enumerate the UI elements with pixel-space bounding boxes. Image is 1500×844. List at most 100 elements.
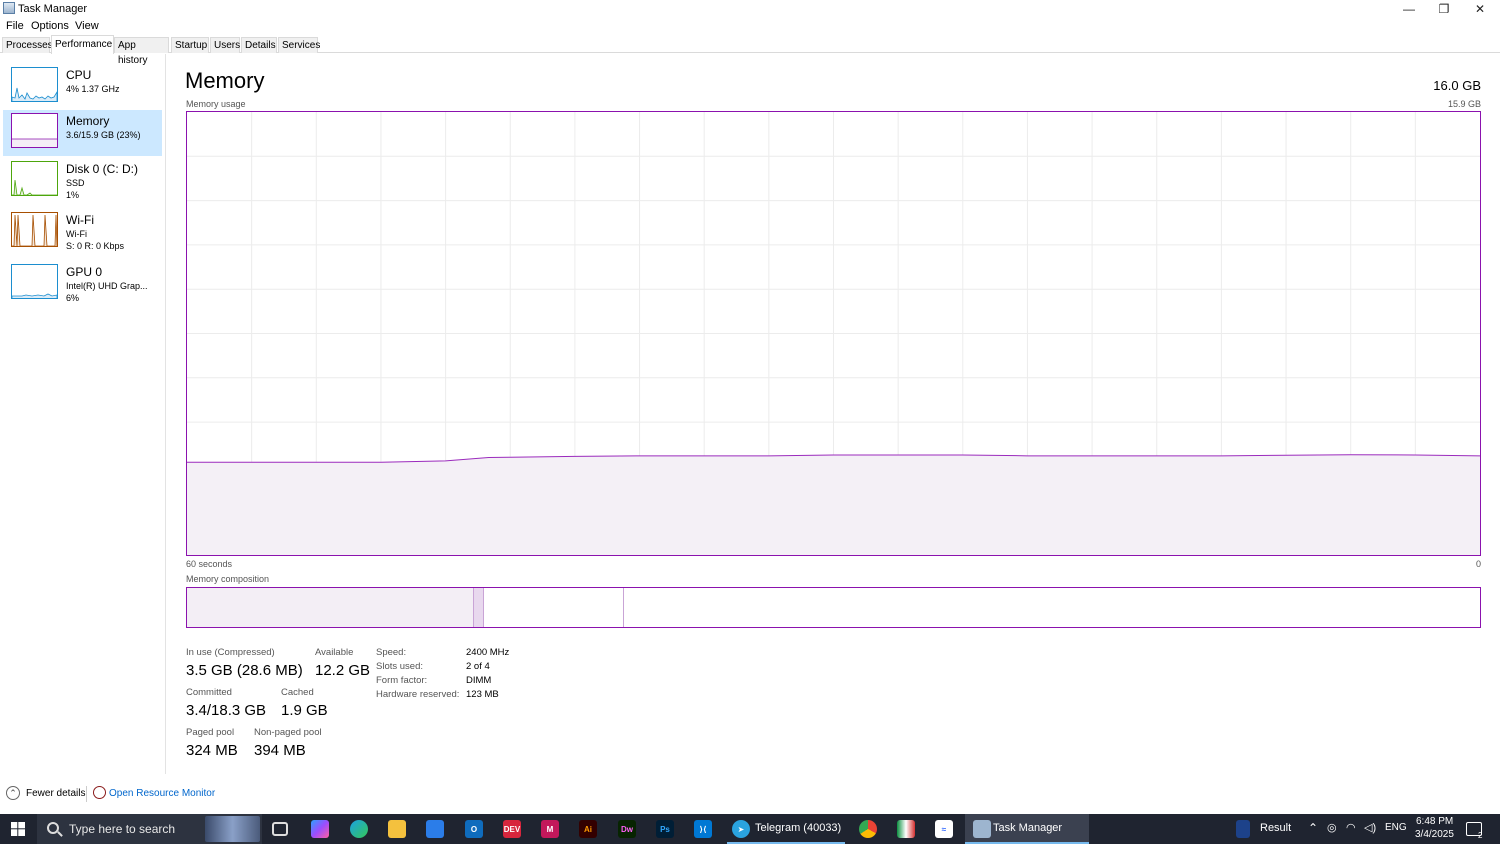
- footer-divider: [86, 786, 87, 802]
- menu-file[interactable]: File: [6, 20, 24, 32]
- outlook-icon[interactable]: O: [465, 820, 483, 838]
- photoshop-icon[interactable]: Ps: [656, 820, 674, 838]
- tab-processes[interactable]: Processes: [2, 37, 53, 53]
- gpu-model: Intel(R) UHD Grap...: [66, 281, 148, 291]
- minimize-button[interactable]: —: [1392, 0, 1426, 18]
- app-m-icon[interactable]: M: [541, 820, 559, 838]
- tab-services[interactable]: Services: [278, 37, 320, 53]
- search-highlight-image: [205, 816, 260, 842]
- task-manager-taskbar-icon: [973, 820, 991, 838]
- memory-thumbnail: [11, 113, 58, 148]
- close-button[interactable]: ✕: [1463, 0, 1497, 18]
- search-placeholder: Type here to search: [69, 822, 176, 836]
- sidebar-item-gpu[interactable]: GPU 0 Intel(R) UHD Grap... 6%: [3, 261, 162, 307]
- in-use-value: 3.5 GB (28.6 MB): [186, 662, 303, 679]
- sidebar-item-wifi[interactable]: Wi-Fi Wi-Fi S: 0 R: 0 Kbps: [3, 209, 162, 255]
- wifi-throughput: S: 0 R: 0 Kbps: [66, 241, 125, 251]
- composition-label: Memory composition: [186, 574, 270, 584]
- file-explorer-icon[interactable]: [388, 820, 406, 838]
- memory-usage-graph: [186, 111, 1481, 556]
- task-manager-icon: [3, 2, 15, 14]
- weather-news-icon[interactable]: [1236, 820, 1250, 838]
- disk-thumbnail: [11, 161, 58, 196]
- window-title: Task Manager: [18, 3, 88, 15]
- in-use-label: In use (Compressed): [186, 647, 275, 658]
- committed-label: Committed: [186, 687, 232, 698]
- task-manager-label: Task Manager: [993, 822, 1063, 834]
- gpu-name: GPU 0: [66, 265, 103, 279]
- open-resource-monitor-link[interactable]: Open Resource Monitor: [109, 788, 215, 799]
- dreamweaver-icon[interactable]: Dw: [618, 820, 636, 838]
- vscode-icon[interactable]: ⟩⟨: [694, 820, 712, 838]
- menu-options[interactable]: Options: [31, 20, 69, 32]
- app-flag-icon[interactable]: [897, 820, 915, 838]
- paged-pool-value: 324 MB: [186, 742, 238, 759]
- time-axis-left: 60 seconds: [186, 559, 233, 569]
- tab-startup[interactable]: Startup: [171, 37, 209, 53]
- edge-icon[interactable]: [350, 820, 368, 838]
- maximize-button[interactable]: ❐: [1427, 0, 1461, 18]
- cpu-name: CPU: [66, 68, 92, 82]
- tray-meet-icon[interactable]: ◎: [1327, 821, 1337, 834]
- task-view-icon[interactable]: [272, 822, 288, 836]
- cached-label: Cached: [281, 687, 314, 698]
- tray-chevron-icon[interactable]: ⌃: [1308, 821, 1318, 835]
- telegram-label: Telegram (40033): [755, 822, 842, 834]
- memory-composition-bar: [186, 587, 1481, 628]
- notification-count: 2: [1478, 831, 1483, 840]
- gpu-usage: 6%: [66, 293, 80, 303]
- committed-value: 3.4/18.3 GB: [186, 702, 267, 719]
- weather-result-label[interactable]: Result: [1260, 822, 1291, 834]
- start-button[interactable]: [0, 814, 36, 844]
- usage-label: Memory usage: [186, 99, 246, 109]
- chrome-icon[interactable]: [859, 820, 877, 838]
- windows-logo-icon: [11, 822, 25, 836]
- taskbar-task-manager[interactable]: Task Manager: [965, 814, 1089, 844]
- slots-value: 2 of 4: [466, 661, 490, 672]
- form-factor-label: Form factor:: [376, 675, 428, 686]
- store-icon[interactable]: [426, 820, 444, 838]
- app-white-icon[interactable]: ≈: [935, 820, 953, 838]
- taskbar-search[interactable]: Type here to search: [37, 814, 262, 844]
- taskbar: Type here to search O DEV M Ai Dw Ps ⟩⟨ …: [0, 814, 1500, 844]
- language-indicator[interactable]: ENG: [1385, 822, 1407, 833]
- nonpaged-pool-label: Non-paged pool: [254, 727, 322, 738]
- memory-name: Memory: [66, 114, 110, 128]
- devcpp-icon[interactable]: DEV: [503, 820, 521, 838]
- composition-modified: [474, 588, 484, 627]
- disk-name: Disk 0 (C: D:): [66, 162, 138, 176]
- hw-reserved-value: 123 MB: [466, 689, 499, 700]
- fewer-details-link[interactable]: Fewer details: [26, 788, 85, 799]
- clock-time[interactable]: 6:48 PM: [1416, 816, 1453, 827]
- copilot-icon[interactable]: [311, 820, 329, 838]
- composition-standby: [484, 588, 624, 627]
- gpu-thumbnail: [11, 264, 58, 299]
- taskbar-telegram[interactable]: ➤ Telegram (40033): [727, 814, 845, 844]
- speed-value: 2400 MHz: [466, 647, 510, 658]
- cached-value: 1.9 GB: [281, 702, 328, 719]
- usage-max-label: 15.9 GB: [1447, 99, 1481, 109]
- hw-reserved-label: Hardware reserved:: [376, 689, 460, 700]
- wifi-thumbnail: [11, 212, 58, 247]
- wifi-tray-icon[interactable]: ◠: [1346, 821, 1356, 834]
- wifi-name: Wi-Fi: [66, 213, 94, 227]
- resource-sidebar: CPU 4% 1.37 GHz Memory 3.6/15.9 GB (23%)…: [0, 54, 166, 774]
- menu-view[interactable]: View: [75, 20, 99, 32]
- form-factor-value: DIMM: [466, 675, 492, 686]
- tab-performance[interactable]: Performance: [51, 35, 114, 54]
- composition-in-use: [187, 588, 474, 627]
- sidebar-item-memory[interactable]: Memory 3.6/15.9 GB (23%): [3, 110, 162, 156]
- sidebar-item-cpu[interactable]: CPU 4% 1.37 GHz: [3, 64, 162, 110]
- memory-usage: 3.6/15.9 GB (23%): [66, 130, 141, 140]
- volume-icon[interactable]: ◁): [1364, 821, 1376, 834]
- resource-monitor-icon[interactable]: [93, 786, 106, 799]
- tab-details[interactable]: Details: [241, 37, 277, 53]
- sidebar-item-disk[interactable]: Disk 0 (C: D:) SSD 1%: [3, 158, 162, 204]
- memory-usage-chart: [187, 112, 1481, 555]
- tab-app-history[interactable]: App history: [114, 37, 169, 66]
- chevron-up-icon[interactable]: ⌃: [6, 786, 20, 800]
- menu-bar: File Options View: [0, 18, 1500, 34]
- clock-date[interactable]: 3/4/2025: [1415, 829, 1454, 840]
- tab-users[interactable]: Users: [210, 37, 240, 53]
- illustrator-icon[interactable]: Ai: [579, 820, 597, 838]
